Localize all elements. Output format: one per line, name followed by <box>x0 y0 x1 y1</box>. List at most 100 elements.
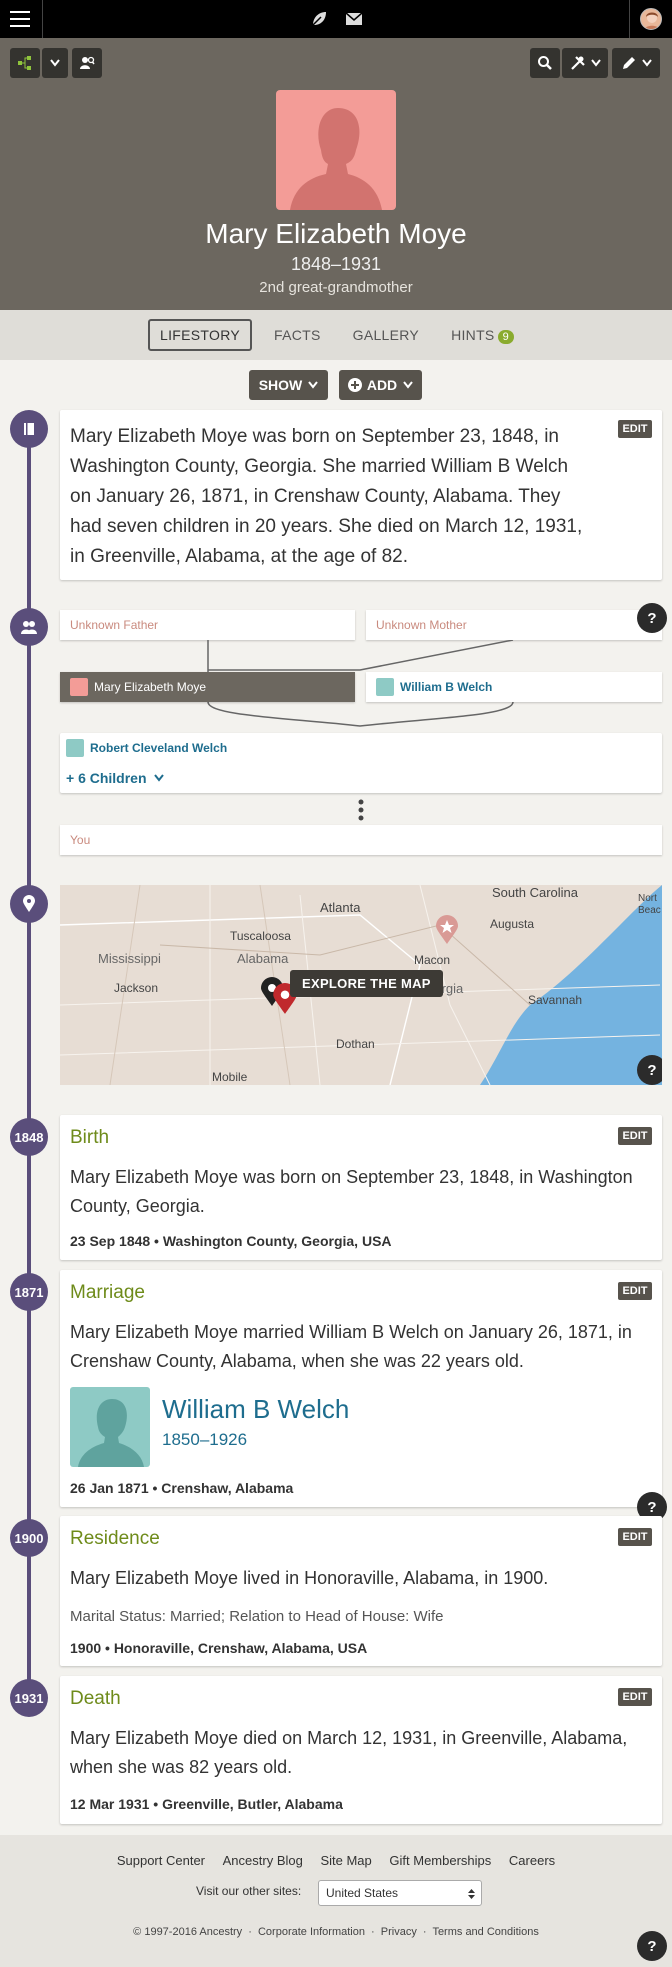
map-label: Jackson <box>114 981 159 995</box>
family-node <box>10 608 48 646</box>
site-select[interactable]: United States <box>318 1880 482 1906</box>
other-sites-label: Visit our other sites: <box>196 1884 302 1898</box>
year-node-1848: 1848 <box>10 1118 48 1156</box>
map-label: Mobile <box>212 1070 248 1084</box>
dot-separator: · <box>248 1926 252 1938</box>
explore-map-button[interactable]: EXPLORE THE MAP <box>290 970 443 997</box>
footer-link-sitemap[interactable]: Site Map <box>320 1853 371 1868</box>
search-icon <box>538 56 552 70</box>
year-node-1900: 1900 <box>10 1519 48 1557</box>
tab-gallery[interactable]: GALLERY <box>343 321 429 349</box>
map-label: Dothan <box>336 1037 375 1051</box>
tools-icon <box>570 56 585 70</box>
chevron-down-icon <box>641 59 652 67</box>
map-node <box>10 885 48 923</box>
tab-hints[interactable]: HINTS 9 <box>441 321 524 350</box>
event-title: Death <box>70 1688 121 1709</box>
leaf-icon[interactable] <box>309 9 329 29</box>
story-card: EDIT Mary Elizabeth Moye was born on Sep… <box>60 410 662 580</box>
mother-cell[interactable]: Unknown Mother <box>366 610 662 640</box>
footer-legal: © 1997-2016 Ancestry · Corporate Informa… <box>0 1926 672 1938</box>
help-button[interactable]: ? <box>637 1055 662 1085</box>
chevron-down-icon <box>308 381 319 389</box>
story-text: Mary Elizabeth Moye was born on Septembe… <box>70 426 583 567</box>
person-header: Mary Elizabeth Moye 1848–1931 2nd great-… <box>0 38 672 310</box>
footer-link-privacy[interactable]: Privacy <box>381 1926 417 1938</box>
male-silhouette-icon <box>78 1399 144 1467</box>
edit-button[interactable]: EDIT <box>618 1688 652 1706</box>
map-label: Augusta <box>490 917 535 931</box>
tools-button[interactable] <box>562 48 608 78</box>
child-cell[interactable]: Robert Cleveland Welch <box>66 739 227 757</box>
add-button[interactable]: ADD <box>339 370 422 400</box>
person-name: Mary Elizabeth Moye <box>205 218 467 249</box>
footer-link-terms[interactable]: Terms and Conditions <box>432 1926 538 1938</box>
person-search-icon <box>80 56 95 69</box>
map-label: Nort <box>638 893 657 904</box>
chevron-down-icon <box>50 59 60 67</box>
edit-button[interactable]: EDIT <box>618 1282 652 1300</box>
events-map[interactable]: Atlanta South Carolina Tuscaloosa August… <box>60 885 662 1085</box>
self-cell[interactable]: Mary Elizabeth Moye <box>60 672 355 702</box>
menu-icon[interactable] <box>10 11 30 27</box>
hints-count-badge: 9 <box>497 329 514 344</box>
map-label: Atlanta <box>320 900 361 915</box>
map-label: Tuscaloosa <box>230 929 291 943</box>
chevron-down-icon <box>153 774 164 782</box>
tab-lifestory[interactable]: LIFESTORY <box>148 319 252 351</box>
residence-event-card: EDIT Residence Mary Elizabeth Moye lived… <box>60 1516 662 1666</box>
year-node-1931: 1931 <box>10 1679 48 1717</box>
edit-button[interactable]: EDIT <box>618 420 652 438</box>
nav-divider <box>629 0 630 38</box>
spouse-name-link[interactable]: William B Welch <box>162 1394 349 1425</box>
copyright-text: © 1997-2016 Ancestry <box>133 1926 243 1938</box>
map-label: Alabama <box>237 951 289 966</box>
map-label: Mississippi <box>98 951 161 966</box>
nav-divider <box>42 0 43 38</box>
more-children-link[interactable]: + 6 Children <box>66 770 164 786</box>
show-button[interactable]: SHOW <box>249 370 328 400</box>
spouse-cell[interactable]: William B Welch <box>366 672 662 702</box>
footer-links: Support Center Ancestry Blog Site Map Gi… <box>0 1853 672 1868</box>
map-label: Beac <box>638 905 661 916</box>
map-label: Macon <box>414 953 451 967</box>
event-title: Marriage <box>70 1282 145 1303</box>
person-relationship: 2nd great-grandmother <box>259 279 413 296</box>
book-icon <box>24 423 34 435</box>
tree-dropdown-button[interactable] <box>42 48 68 78</box>
footer-link-gifts[interactable]: Gift Memberships <box>389 1853 491 1868</box>
story-node <box>10 410 48 448</box>
spouse-dates: 1850–1926 <box>162 1430 248 1449</box>
tab-facts[interactable]: FACTS <box>264 321 331 349</box>
footer-link-blog[interactable]: Ancestry Blog <box>223 1853 303 1868</box>
you-cell[interactable]: You <box>60 825 662 855</box>
search-button[interactable] <box>530 48 560 78</box>
user-avatar[interactable] <box>640 8 662 30</box>
event-details: Marital Status: Married; Relation to Hea… <box>70 1608 444 1625</box>
edit-button[interactable]: EDIT <box>618 1528 652 1546</box>
event-text: Mary Elizabeth Moye was born on Septembe… <box>70 1167 633 1216</box>
event-date-place: 26 Jan 1871 • Crenshaw, Alabama <box>70 1480 294 1496</box>
event-text: Mary Elizabeth Moye lived in Honoraville… <box>70 1568 549 1588</box>
help-button[interactable]: ? <box>637 1931 667 1961</box>
footer-link-corporate[interactable]: Corporate Information <box>258 1926 365 1938</box>
father-cell[interactable]: Unknown Father <box>60 610 355 640</box>
footer-link-careers[interactable]: Careers <box>509 1853 555 1868</box>
birth-pin-icon[interactable] <box>435 915 459 945</box>
edit-button[interactable]: EDIT <box>618 1127 652 1145</box>
marriage-event-card: EDIT Marriage Mary Elizabeth Moye marrie… <box>60 1270 662 1507</box>
mail-icon[interactable] <box>344 9 364 29</box>
spouse-portrait[interactable] <box>70 1387 150 1467</box>
help-button[interactable]: ? <box>637 603 667 633</box>
event-title: Residence <box>70 1528 160 1549</box>
edit-menu-button[interactable] <box>612 48 660 78</box>
person-portrait[interactable] <box>276 90 396 210</box>
chevron-down-icon <box>590 59 601 67</box>
footer-link-support[interactable]: Support Center <box>117 1853 205 1868</box>
map-label: South Carolina <box>492 885 578 900</box>
person-search-button[interactable] <box>72 48 102 78</box>
tree-view-button[interactable] <box>10 48 40 78</box>
pencil-icon <box>622 57 635 69</box>
event-date-place: 1900 • Honoraville, Crenshaw, Alabama, U… <box>70 1640 368 1656</box>
dot-separator: · <box>371 1926 375 1938</box>
